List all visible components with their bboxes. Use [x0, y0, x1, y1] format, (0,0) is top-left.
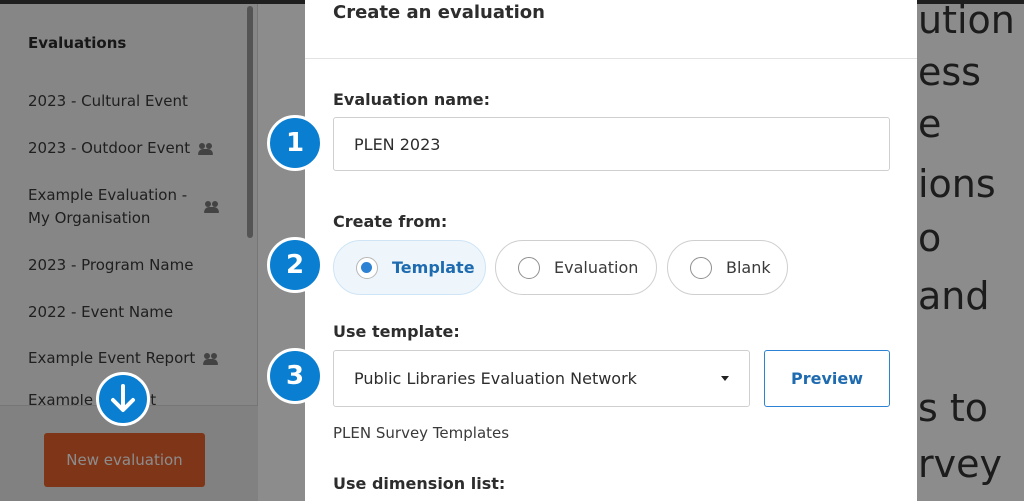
template-helper-text: PLEN Survey Templates — [333, 424, 510, 442]
dropdown-caret-icon — [721, 376, 729, 381]
template-select[interactable]: Public Libraries Evaluation Network — [333, 350, 750, 407]
evaluation-name-input[interactable] — [333, 117, 890, 171]
down-arrow-icon — [96, 372, 150, 426]
radio-label: Evaluation — [554, 258, 639, 277]
radio-selected-icon — [356, 256, 378, 279]
template-select-value: Public Libraries Evaluation Network — [354, 369, 637, 388]
step-badge-1: 1 — [267, 115, 323, 171]
radio-unselected-icon — [518, 256, 540, 279]
create-evaluation-dialog: Create an evaluation Evaluation name: Cr… — [305, 0, 917, 501]
dialog-title: Create an evaluation — [333, 2, 545, 23]
radio-blank[interactable]: Blank — [667, 240, 788, 295]
radio-evaluation[interactable]: Evaluation — [495, 240, 657, 295]
evaluation-name-label: Evaluation name: — [333, 90, 491, 109]
divider — [305, 58, 917, 59]
step-badge-3: 3 — [267, 348, 323, 404]
create-from-label: Create from: — [333, 212, 448, 231]
radio-label: Blank — [726, 258, 771, 277]
radio-unselected-icon — [690, 256, 712, 279]
dimension-list-label: Use dimension list: — [333, 474, 506, 493]
use-template-label: Use template: — [333, 322, 460, 341]
radio-template[interactable]: Template — [333, 240, 486, 295]
preview-button[interactable]: Preview — [764, 350, 890, 407]
radio-label: Template — [392, 258, 475, 277]
step-badge-2: 2 — [267, 237, 323, 293]
